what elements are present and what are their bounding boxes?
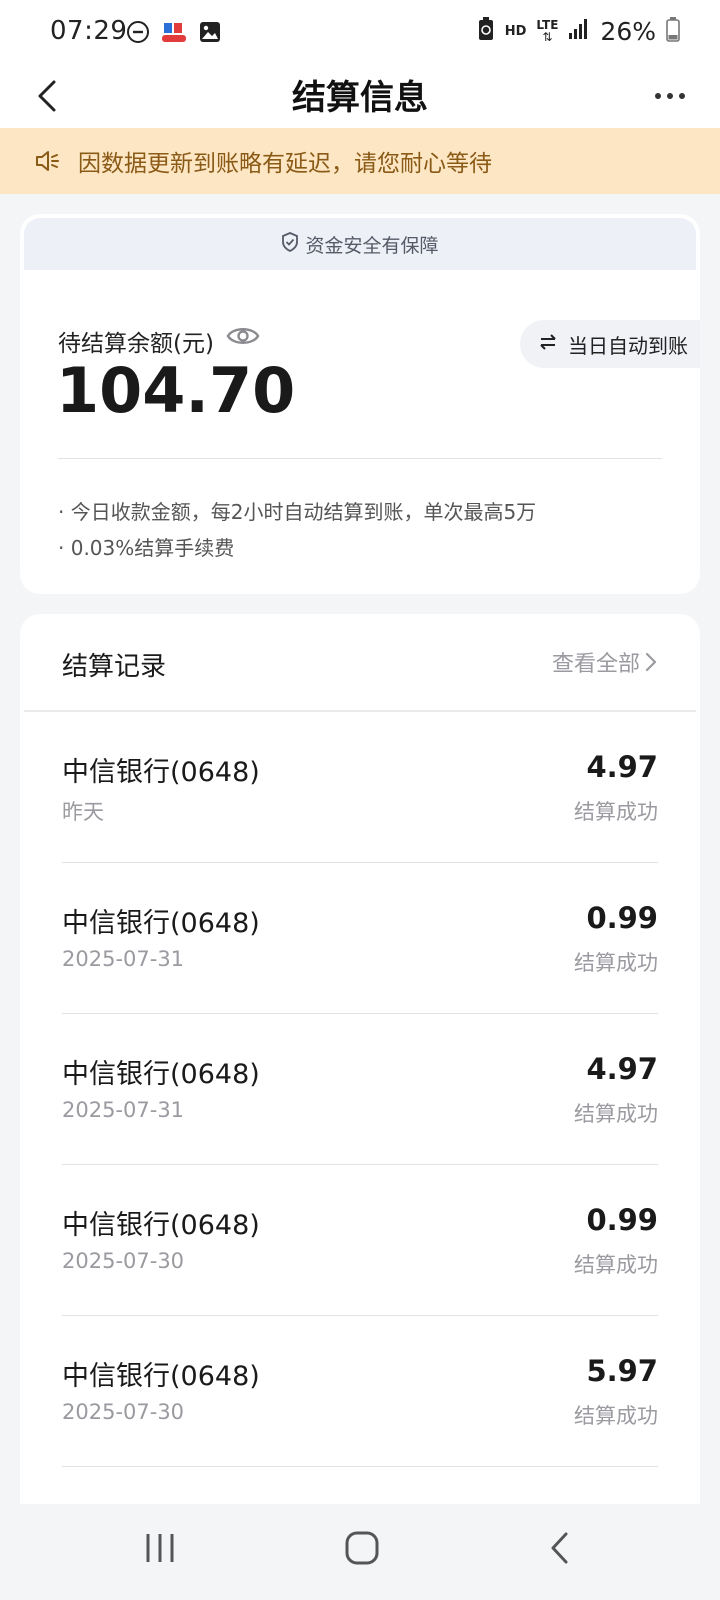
balance-label: 待结算余额(元) (58, 331, 214, 357)
eye-icon[interactable] (226, 322, 260, 354)
status-bar: 07:29 HD LTE ⇅ 26% (0, 0, 720, 64)
safety-text: 资金安全有保障 (305, 234, 439, 257)
status-time: 07:29 (50, 16, 128, 46)
balance-value: 104.70 (56, 354, 296, 427)
record-bank: 中信银行(0648) (62, 908, 260, 939)
hd-icon: HD (504, 23, 527, 39)
record-status: 结算成功 (574, 800, 658, 824)
balance-card: 资金安全有保障 待结算余额(元) 104.70 当日自动到账 · 今日收款金额，… (20, 214, 700, 594)
record-bank: 中信银行(0648) (62, 1210, 260, 1241)
app-header: 结算信息 (0, 64, 720, 128)
record-bank: 中信银行(0648) (62, 757, 260, 788)
battery-saver-icon (477, 16, 495, 46)
lte-arrows-icon: ⇅ (542, 30, 553, 44)
record-status: 结算成功 (574, 1404, 658, 1428)
speaker-icon (34, 147, 62, 179)
records-card: 结算记录 查看全部 中信银行(0648) 昨天 4.97 结算成功 中信银行(0… (20, 614, 700, 1504)
lte-icon: LTE ⇅ (536, 19, 558, 43)
record-bank: 中信银行(0648) (62, 1361, 260, 1392)
card-divider (58, 458, 662, 459)
status-right: HD LTE ⇅ 26% (477, 16, 680, 46)
record-amount: 4.97 (586, 1052, 658, 1086)
system-nav-bar (0, 1504, 720, 1600)
record-date: 2025-07-30 (62, 1249, 185, 1273)
records-title: 结算记录 (62, 652, 167, 682)
more-icon (655, 93, 685, 99)
record-amount: 5.97 (586, 1354, 658, 1388)
record-amount: 0.99 (586, 1203, 658, 1237)
page-title: 结算信息 (292, 78, 428, 118)
signal-icon (568, 18, 590, 44)
app-notification-icon (160, 20, 188, 48)
chevron-right-icon (645, 652, 657, 672)
battery-percent: 26% (600, 16, 656, 46)
delay-notice: 因数据更新到账略有延迟，请您耐心等待 (0, 128, 720, 194)
record-amount: 0.99 (586, 901, 658, 935)
more-button[interactable] (648, 78, 692, 114)
status-left-icons (126, 20, 222, 48)
record-date: 2025-07-31 (62, 1098, 185, 1122)
record-item[interactable]: 中信银行(0648) 昨天 4.97 结算成功 (62, 712, 658, 863)
gallery-icon (198, 20, 222, 48)
do-not-disturb-icon (126, 20, 150, 48)
rule-line: · 今日收款金额，每2小时自动结算到账，单次最高5万 (58, 500, 537, 524)
record-item[interactable]: 中信银行(0648) 2025-07-31 0.99 结算成功 (62, 863, 658, 1014)
record-bank: 中信银行(0648) (62, 1059, 260, 1090)
record-item[interactable]: 中信银行(0648) 2025-07-31 4.97 结算成功 (62, 1014, 658, 1165)
view-all-link[interactable]: 查看全部 (552, 646, 658, 678)
auto-settle-button[interactable]: 当日自动到账 (520, 320, 700, 368)
record-list: 中信银行(0648) 昨天 4.97 结算成功 中信银行(0648) 2025-… (62, 712, 658, 1467)
battery-icon (666, 16, 680, 46)
back-icon[interactable] (548, 1530, 572, 1570)
safety-strip: 资金安全有保障 (24, 218, 696, 270)
home-icon[interactable] (344, 1530, 380, 1570)
view-all-label: 查看全部 (551, 652, 640, 677)
record-status: 结算成功 (574, 951, 658, 975)
record-amount: 4.97 (586, 750, 658, 784)
record-status: 结算成功 (574, 1253, 658, 1277)
record-item[interactable]: 中信银行(0648) 2025-07-30 5.97 结算成功 (62, 1316, 658, 1467)
recent-apps-icon[interactable] (144, 1530, 176, 1570)
record-status: 结算成功 (574, 1102, 658, 1126)
record-item[interactable]: 中信银行(0648) 2025-07-30 0.99 结算成功 (62, 1165, 658, 1316)
record-date: 2025-07-30 (62, 1400, 185, 1424)
record-date: 2025-07-31 (62, 947, 185, 971)
swap-arrows-icon (538, 332, 558, 356)
record-date: 昨天 (62, 800, 104, 824)
shield-check-icon (281, 231, 299, 257)
rule-line: · 0.03%结算手续费 (58, 536, 235, 560)
auto-settle-label: 当日自动到账 (568, 333, 688, 358)
notice-text: 因数据更新到账略有延迟，请您耐心等待 (78, 151, 492, 177)
